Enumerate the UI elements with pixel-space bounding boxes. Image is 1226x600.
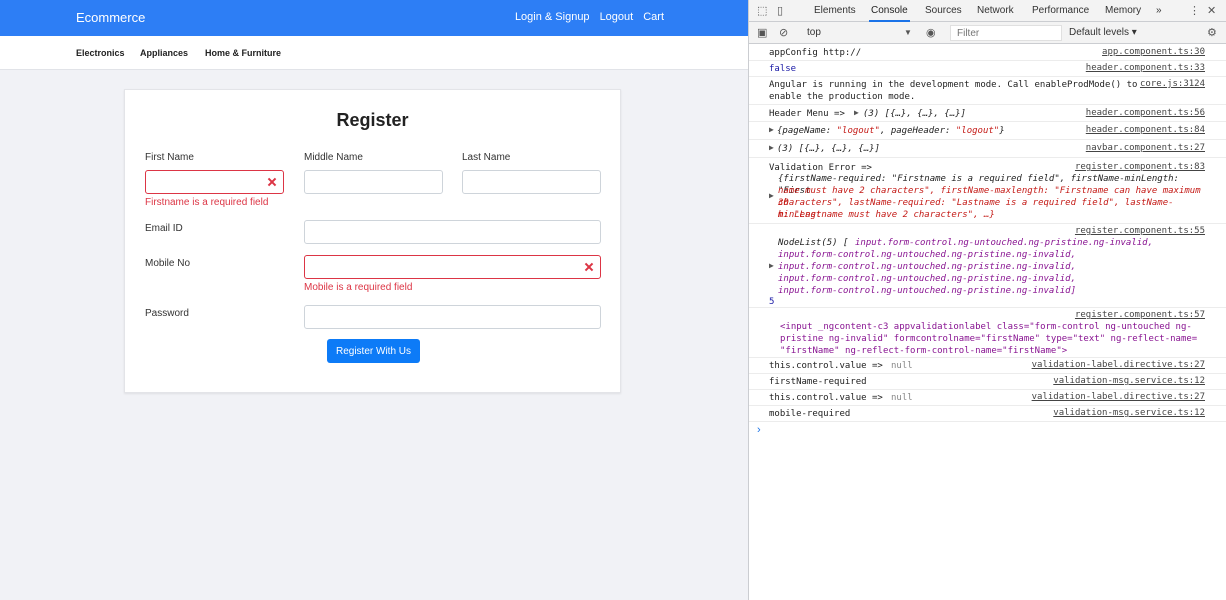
console-prompt-icon[interactable]: ›: [757, 424, 761, 436]
tab-network[interactable]: Network: [977, 5, 1014, 16]
log-entry: Validation Error => register.component.t…: [749, 158, 1226, 224]
clear-console-icon[interactable]: ⊘: [779, 26, 788, 39]
more-options-icon[interactable]: ⋮: [1189, 4, 1200, 17]
source-link[interactable]: header.component.ts:56: [1086, 108, 1205, 118]
category-home-furniture[interactable]: Home & Furniture: [205, 48, 281, 58]
source-link[interactable]: header.component.ts:84: [1086, 125, 1205, 135]
email-label: Email ID: [145, 223, 183, 234]
source-link[interactable]: validation-msg.service.ts:12: [1053, 376, 1205, 386]
page-title: Register: [336, 110, 409, 130]
log-entry: register.component.ts:57 <input _ngconte…: [749, 308, 1226, 358]
nav-login-signup[interactable]: Login & Signup: [515, 11, 590, 23]
log-entry: false header.component.ts:33: [749, 61, 1226, 77]
expand-triangle-icon[interactable]: ▶: [854, 108, 859, 117]
source-link[interactable]: validation-msg.service.ts:12: [1053, 408, 1205, 418]
expand-triangle-icon[interactable]: ▶: [769, 125, 774, 134]
log-entry: Header Menu => ▶ (3) [{…}, {…}, {…}] hea…: [749, 105, 1226, 122]
console-filter-input[interactable]: [950, 25, 1062, 41]
devtools-tabbar: ⬚ ▯ Elements Console Sources Network Per…: [749, 0, 1226, 22]
last-name-input[interactable]: [462, 170, 601, 194]
category-electronics[interactable]: Electronics: [76, 48, 125, 58]
middle-name-input[interactable]: [304, 170, 443, 194]
tab-performance[interactable]: Performance: [1032, 5, 1089, 16]
log-levels-dropdown[interactable]: Default levels ▾: [1069, 27, 1137, 38]
log-entry: ▶ {pageName: "logout", pageHeader: "logo…: [749, 122, 1226, 140]
log-entry: firstName-required validation-msg.servic…: [749, 374, 1226, 390]
brand-logo[interactable]: Ecommerce: [76, 10, 145, 25]
log-entry: ▶ (3) [{…}, {…}, {…}] navbar.component.t…: [749, 140, 1226, 158]
first-name-error: Firstname is a required field: [145, 197, 269, 208]
expand-triangle-icon[interactable]: ▶: [769, 261, 774, 270]
log-entry: this.control.value => null validation-la…: [749, 390, 1226, 406]
mobile-error: Mobile is a required field: [304, 282, 413, 293]
context-selector[interactable]: top: [807, 27, 821, 38]
source-link[interactable]: header.component.ts:33: [1086, 63, 1205, 73]
first-name-label: First Name: [145, 152, 194, 163]
log-entry: this.control.value => null validation-la…: [749, 358, 1226, 374]
last-name-label: Last Name: [462, 152, 511, 163]
source-link[interactable]: register.component.ts:83: [1075, 162, 1205, 172]
error-x-icon: [585, 263, 593, 271]
email-input[interactable]: [304, 220, 601, 244]
log-entry: Angular is running in the development mo…: [749, 77, 1226, 105]
sidebar-toggle-icon[interactable]: ▣: [757, 26, 767, 39]
tab-elements[interactable]: Elements: [814, 5, 856, 16]
register-button[interactable]: Register With Us: [327, 339, 420, 363]
source-link[interactable]: validation-label.directive.ts:27: [1032, 392, 1205, 402]
source-link[interactable]: core.js:3124: [1140, 79, 1205, 89]
source-link[interactable]: validation-label.directive.ts:27: [1032, 360, 1205, 370]
mobile-input[interactable]: [304, 255, 601, 279]
eye-icon[interactable]: ◉: [926, 26, 936, 39]
nav-logout[interactable]: Logout: [600, 11, 634, 23]
expand-triangle-icon[interactable]: ▶: [769, 143, 774, 152]
first-name-input[interactable]: [145, 170, 284, 194]
mobile-label: Mobile No: [145, 258, 191, 269]
log-entry: appConfig http:// app.component.ts:30: [749, 44, 1226, 61]
register-card: Register First Name Middle Name Last Nam…: [124, 89, 621, 393]
password-label: Password: [145, 308, 189, 319]
source-link[interactable]: app.component.ts:30: [1102, 47, 1205, 57]
app-viewport: Ecommerce Login & Signup Logout Cart Ele…: [0, 0, 748, 600]
console-toolbar: ▣ ⊘ top ▼ ◉ Default levels ▾ ⚙: [749, 22, 1226, 44]
close-icon[interactable]: ✕: [1207, 4, 1216, 17]
expand-triangle-icon[interactable]: ▶: [769, 191, 774, 200]
log-entry: mobile-required validation-msg.service.t…: [749, 406, 1226, 422]
nav-cart[interactable]: Cart: [643, 11, 664, 23]
source-link[interactable]: navbar.component.ts:27: [1086, 143, 1205, 153]
chevron-down-icon: ▼: [904, 28, 912, 37]
category-bar: Electronics Appliances Home & Furniture: [0, 36, 748, 70]
tab-console[interactable]: Console: [869, 5, 910, 22]
tab-sources[interactable]: Sources: [925, 5, 962, 16]
source-link[interactable]: register.component.ts:55: [1075, 226, 1205, 236]
top-nav-links: Login & Signup Logout Cart: [515, 11, 664, 23]
category-appliances[interactable]: Appliances: [140, 48, 188, 58]
top-navbar: Ecommerce Login & Signup Logout Cart: [0, 0, 748, 36]
gear-icon[interactable]: ⚙: [1207, 26, 1217, 39]
inspect-element-icon[interactable]: ⬚: [757, 4, 767, 17]
error-x-icon: [268, 178, 276, 186]
source-link[interactable]: register.component.ts:57: [1075, 310, 1205, 320]
tab-memory[interactable]: Memory: [1105, 5, 1141, 16]
device-toolbar-icon[interactable]: ▯: [777, 4, 783, 17]
middle-name-label: Middle Name: [304, 152, 363, 163]
devtools-panel: ⬚ ▯ Elements Console Sources Network Per…: [748, 0, 1226, 600]
log-entry: register.component.ts:55 NodeList(5) [ i…: [749, 224, 1226, 308]
tab-overflow[interactable]: »: [1156, 5, 1162, 16]
password-input[interactable]: [304, 305, 601, 329]
